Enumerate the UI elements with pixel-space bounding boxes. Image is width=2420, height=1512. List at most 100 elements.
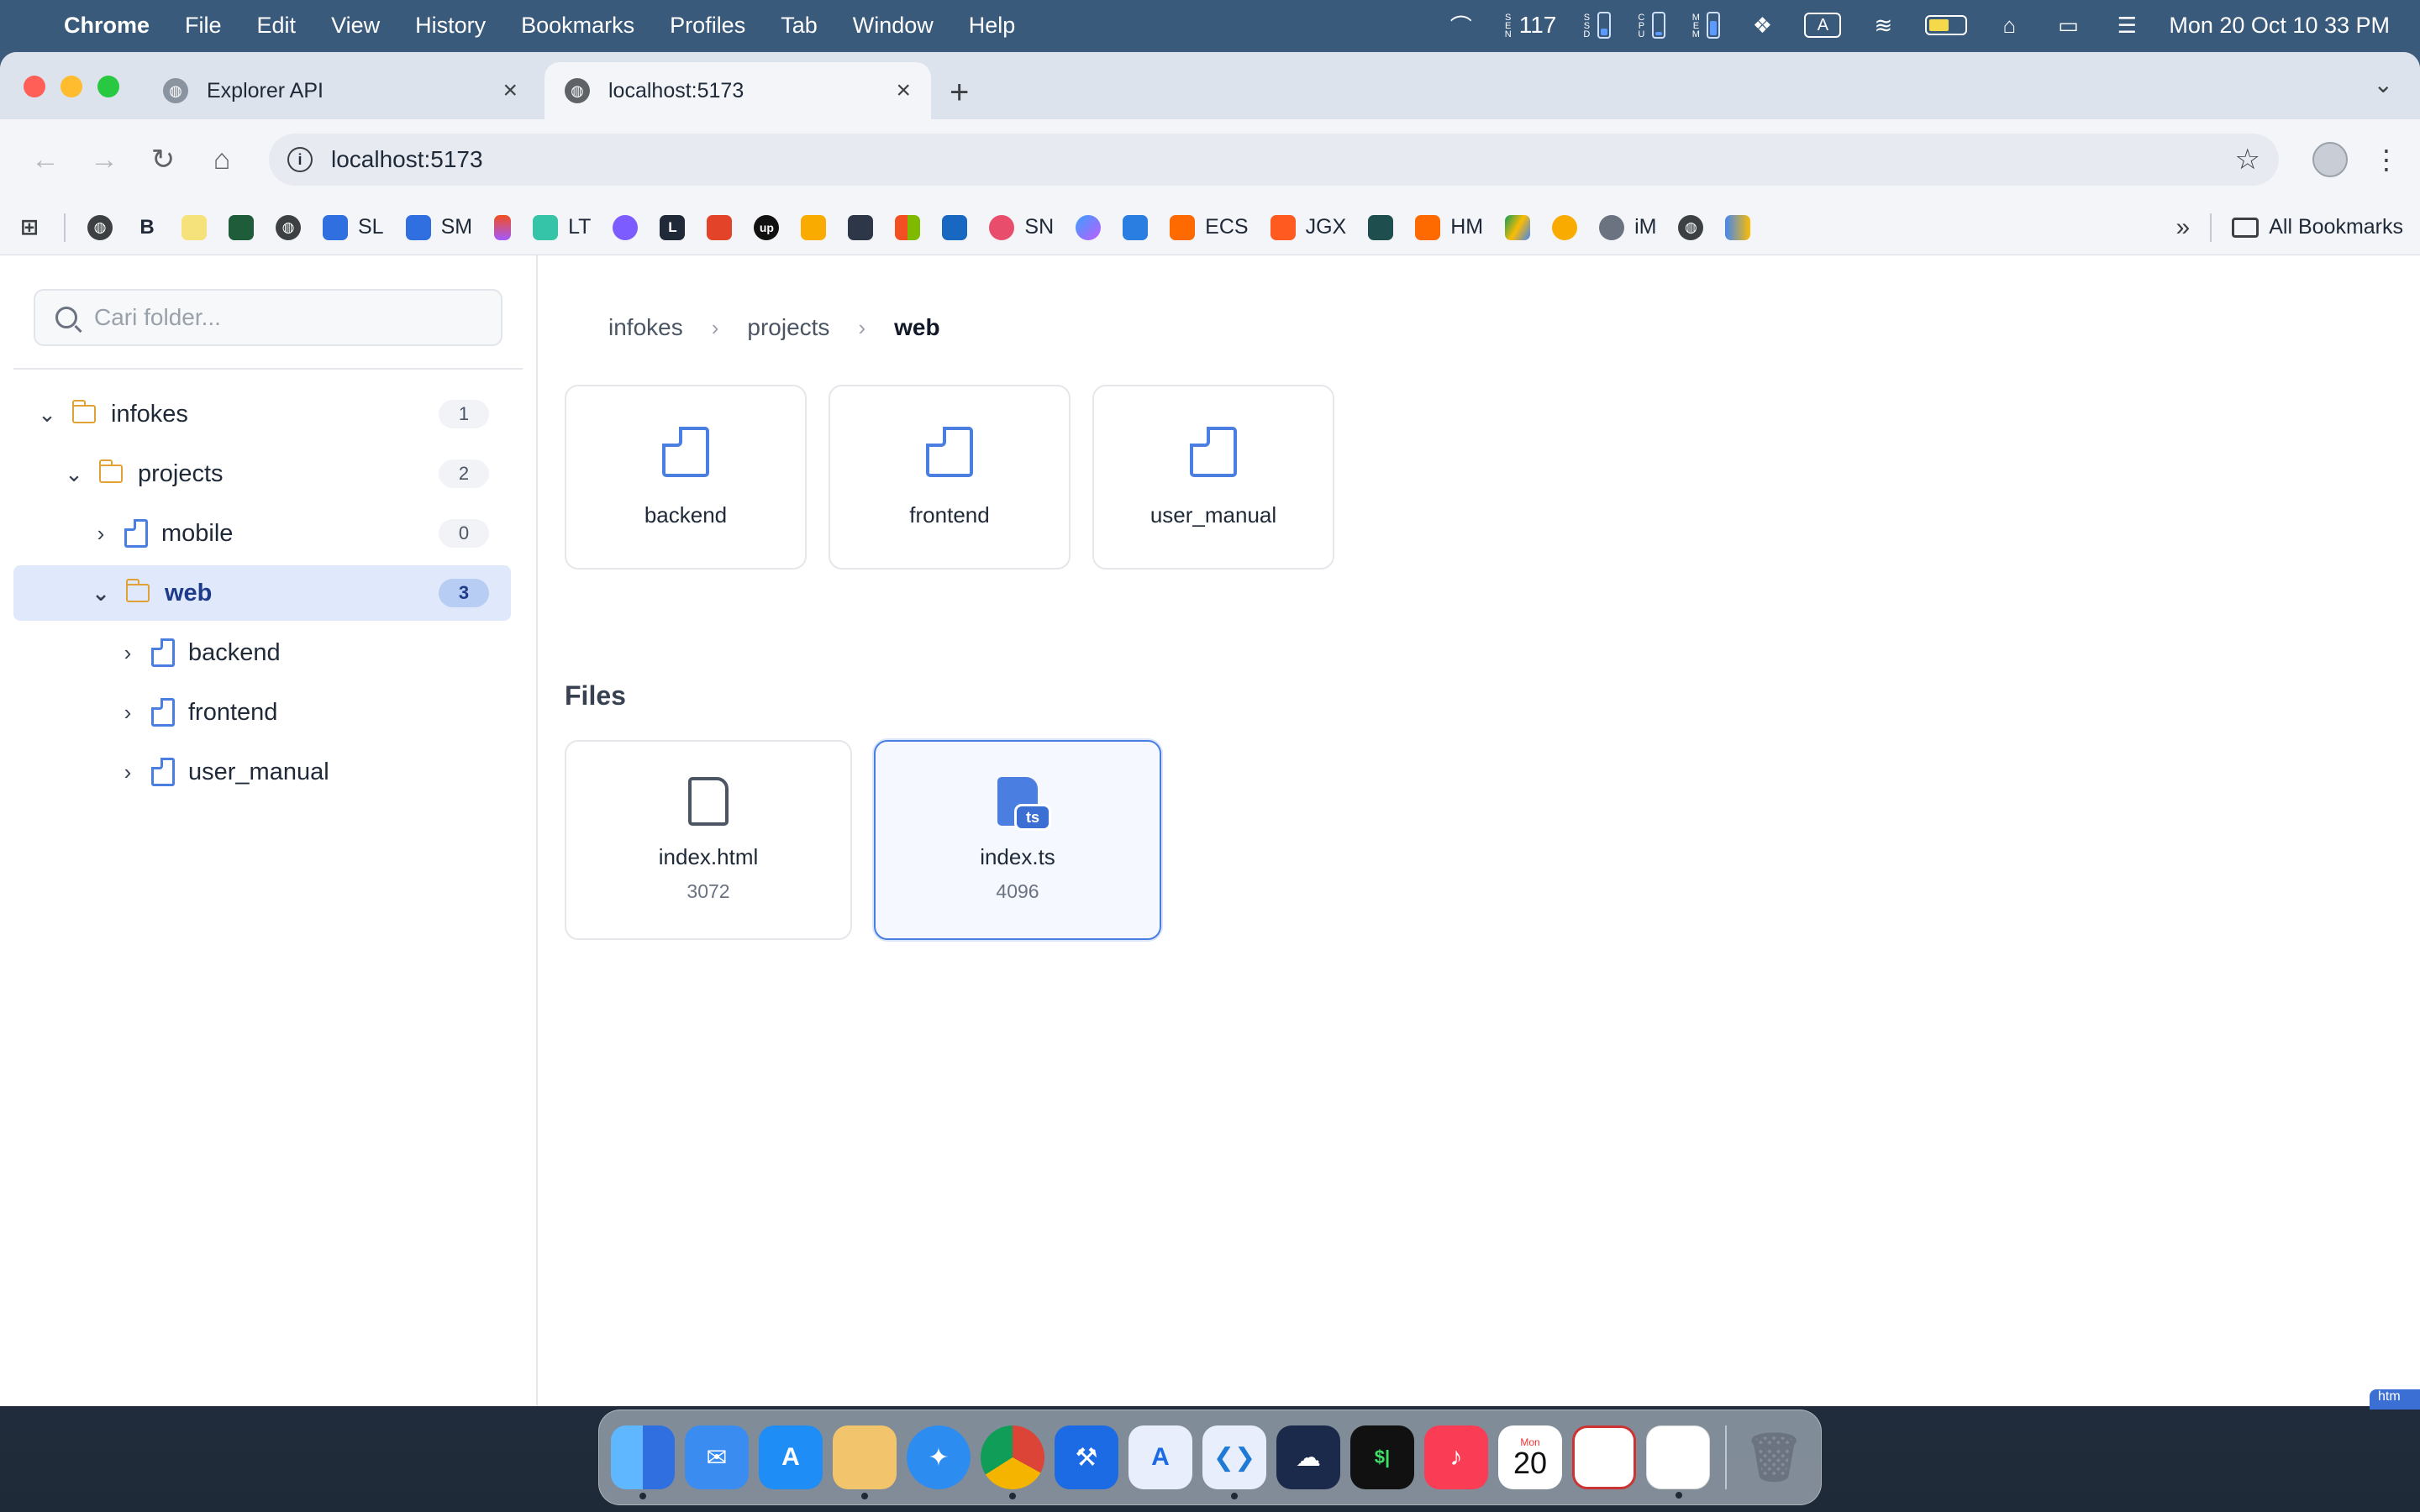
close-tab-icon[interactable]: × bbox=[896, 76, 911, 105]
chrome-icon[interactable] bbox=[981, 1425, 1044, 1499]
cpu-stat[interactable]: CPU bbox=[1636, 12, 1666, 39]
notes-icon[interactable] bbox=[1646, 1425, 1710, 1499]
menu-edit[interactable]: Edit bbox=[257, 13, 297, 39]
menu-profiles[interactable]: Profiles bbox=[670, 13, 745, 39]
minimize-window-button[interactable] bbox=[60, 76, 82, 97]
preview-icon[interactable] bbox=[1572, 1425, 1636, 1489]
screen-mirroring-icon[interactable]: ▭ bbox=[2051, 8, 2085, 42]
address-bar[interactable]: i localhost:5173 ☆ bbox=[269, 134, 2279, 186]
back-button[interactable]: ← bbox=[20, 134, 71, 185]
xcode-icon[interactable]: ⚒ bbox=[1055, 1425, 1118, 1489]
mail-icon[interactable]: ✉ bbox=[685, 1425, 749, 1489]
tree-item-backend[interactable]: › backend bbox=[13, 625, 511, 680]
bookmark-hm[interactable]: HM bbox=[1415, 214, 1483, 240]
bookmark-pencil[interactable] bbox=[1725, 214, 1751, 240]
bookmark-globe[interactable]: ◍ bbox=[87, 214, 113, 240]
bookmark-drive[interactable] bbox=[1505, 214, 1531, 240]
bookmark-sm[interactable]: SM bbox=[405, 214, 472, 240]
apps-grid-icon[interactable]: ⊞ bbox=[17, 214, 42, 240]
file-card-index-html[interactable]: index.html 3072 bbox=[565, 740, 852, 940]
bookmark-bee[interactable] bbox=[182, 214, 207, 240]
tree-item-infokes[interactable]: ⌄ infokes 1 bbox=[13, 386, 511, 442]
folder-card-frontend[interactable]: frontend bbox=[829, 385, 1071, 570]
bookmark-bold[interactable]: B bbox=[134, 215, 160, 240]
chevron-right-icon[interactable]: › bbox=[84, 521, 118, 547]
tab-localhost[interactable]: ◍ localhost:5173 × bbox=[544, 62, 931, 119]
menu-window[interactable]: Window bbox=[853, 13, 934, 39]
tree-item-frontend[interactable]: › frontend bbox=[13, 685, 511, 740]
bookmark-arrow[interactable] bbox=[1123, 214, 1149, 240]
folder-card-user-manual[interactable]: user_manual bbox=[1092, 385, 1334, 570]
tableplus-icon[interactable] bbox=[833, 1425, 897, 1499]
chrome-menu-icon[interactable]: ⋮ bbox=[2373, 144, 2400, 176]
bookmark-co[interactable] bbox=[1552, 214, 1578, 240]
bookmark-l[interactable]: L bbox=[660, 214, 686, 240]
menu-view[interactable]: View bbox=[331, 13, 380, 39]
forward-button[interactable]: → bbox=[79, 134, 129, 185]
music-icon[interactable]: ♪ bbox=[1424, 1425, 1488, 1489]
breadcrumb-item-infokes[interactable]: infokes bbox=[608, 314, 683, 341]
safari-icon[interactable]: ✦ bbox=[907, 1425, 971, 1489]
menu-help[interactable]: Help bbox=[969, 13, 1016, 39]
all-bookmarks-button[interactable]: All Bookmarks bbox=[2232, 215, 2403, 239]
bookmark-butterfly[interactable] bbox=[613, 214, 639, 240]
tab-search-chevron-icon[interactable]: ⌄ bbox=[2374, 71, 2393, 98]
tab-explorer-api[interactable]: ◍ Explorer API × bbox=[143, 62, 538, 119]
bookmark-vuetify[interactable] bbox=[942, 214, 968, 240]
tree-item-web[interactable]: ⌄ web 3 bbox=[13, 565, 511, 621]
ssd-stat[interactable]: SSD bbox=[1581, 12, 1612, 39]
finder-icon[interactable] bbox=[611, 1425, 675, 1499]
reload-button[interactable]: ↻ bbox=[138, 134, 188, 185]
menu-file[interactable]: File bbox=[185, 13, 222, 39]
input-source-icon[interactable]: A bbox=[1804, 13, 1842, 38]
chevron-down-icon[interactable]: ⌄ bbox=[84, 580, 118, 606]
mem-stat[interactable]: MEM bbox=[1691, 12, 1721, 39]
vscode-icon[interactable]: ❮❯ bbox=[1202, 1425, 1266, 1499]
menu-bookmarks[interactable]: Bookmarks bbox=[521, 13, 634, 39]
bookmark-copilot[interactable] bbox=[1076, 214, 1102, 240]
cloud-app-icon[interactable]: ☁ bbox=[1276, 1425, 1340, 1489]
bookmark-sn[interactable]: SN bbox=[989, 214, 1054, 240]
tree-item-projects[interactable]: ⌄ projects 2 bbox=[13, 446, 511, 501]
bookmark-analytics[interactable] bbox=[801, 214, 827, 240]
display-icon[interactable]: ⌒ bbox=[1444, 8, 1478, 42]
folder-card-backend[interactable]: backend bbox=[565, 385, 807, 570]
sensor-stat[interactable]: SEN 117 bbox=[1503, 12, 1557, 39]
home-button[interactable]: ⌂ bbox=[197, 134, 247, 185]
chevron-down-icon[interactable]: ⌄ bbox=[30, 402, 64, 428]
wifi-icon[interactable]: ≋ bbox=[1866, 8, 1900, 42]
bookmark-star-icon[interactable]: ☆ bbox=[2235, 143, 2260, 176]
chevron-down-icon[interactable]: ⌄ bbox=[57, 461, 91, 487]
bookmark-x[interactable] bbox=[1368, 214, 1394, 240]
instruments-icon[interactable]: A bbox=[1128, 1425, 1192, 1489]
bookmark-jgx[interactable]: JGX bbox=[1270, 214, 1346, 240]
close-tab-icon[interactable]: × bbox=[502, 76, 518, 105]
breadcrumb-item-projects[interactable]: projects bbox=[747, 314, 829, 341]
menubar-clock[interactable]: Mon 20 Oct 10 33 PM bbox=[2169, 13, 2390, 39]
menu-tab[interactable]: Tab bbox=[781, 13, 818, 39]
trash-icon[interactable]: 🗑 bbox=[1742, 1425, 1806, 1489]
tree-item-user-manual[interactable]: › user_manual bbox=[13, 744, 511, 800]
new-tab-button[interactable]: + bbox=[950, 74, 969, 112]
bookmark-im[interactable]: iM bbox=[1599, 214, 1656, 240]
bookmark-grammarly[interactable] bbox=[848, 214, 874, 240]
bookmark-upwork[interactable]: up bbox=[754, 214, 780, 240]
bookmark-sl[interactable]: SL bbox=[323, 214, 384, 240]
battery-icon[interactable] bbox=[1925, 15, 1968, 35]
bookmark-figma[interactable] bbox=[494, 214, 512, 240]
file-card-index-ts[interactable]: ts index.ts 4096 bbox=[874, 740, 1161, 940]
menu-history[interactable]: History bbox=[415, 13, 486, 39]
folder-search[interactable] bbox=[34, 289, 502, 346]
site-info-icon[interactable]: i bbox=[287, 147, 313, 172]
tree-item-mobile[interactable]: › mobile 0 bbox=[13, 506, 511, 561]
folder-search-input[interactable] bbox=[94, 304, 481, 331]
terminal-icon[interactable]: $| bbox=[1350, 1425, 1414, 1489]
app-store-icon[interactable]: A bbox=[759, 1425, 823, 1489]
bookmark-globe-3[interactable]: ◍ bbox=[1678, 214, 1704, 240]
chevron-right-icon[interactable]: › bbox=[111, 640, 145, 666]
dropbox-icon[interactable]: ❖ bbox=[1745, 8, 1779, 42]
bookmark-globe-2[interactable]: ◍ bbox=[276, 214, 301, 240]
control-center-icon[interactable]: ☰ bbox=[2110, 8, 2144, 42]
url-text[interactable]: localhost:5173 bbox=[331, 146, 483, 173]
bookmark-ecs[interactable]: ECS bbox=[1170, 214, 1249, 240]
